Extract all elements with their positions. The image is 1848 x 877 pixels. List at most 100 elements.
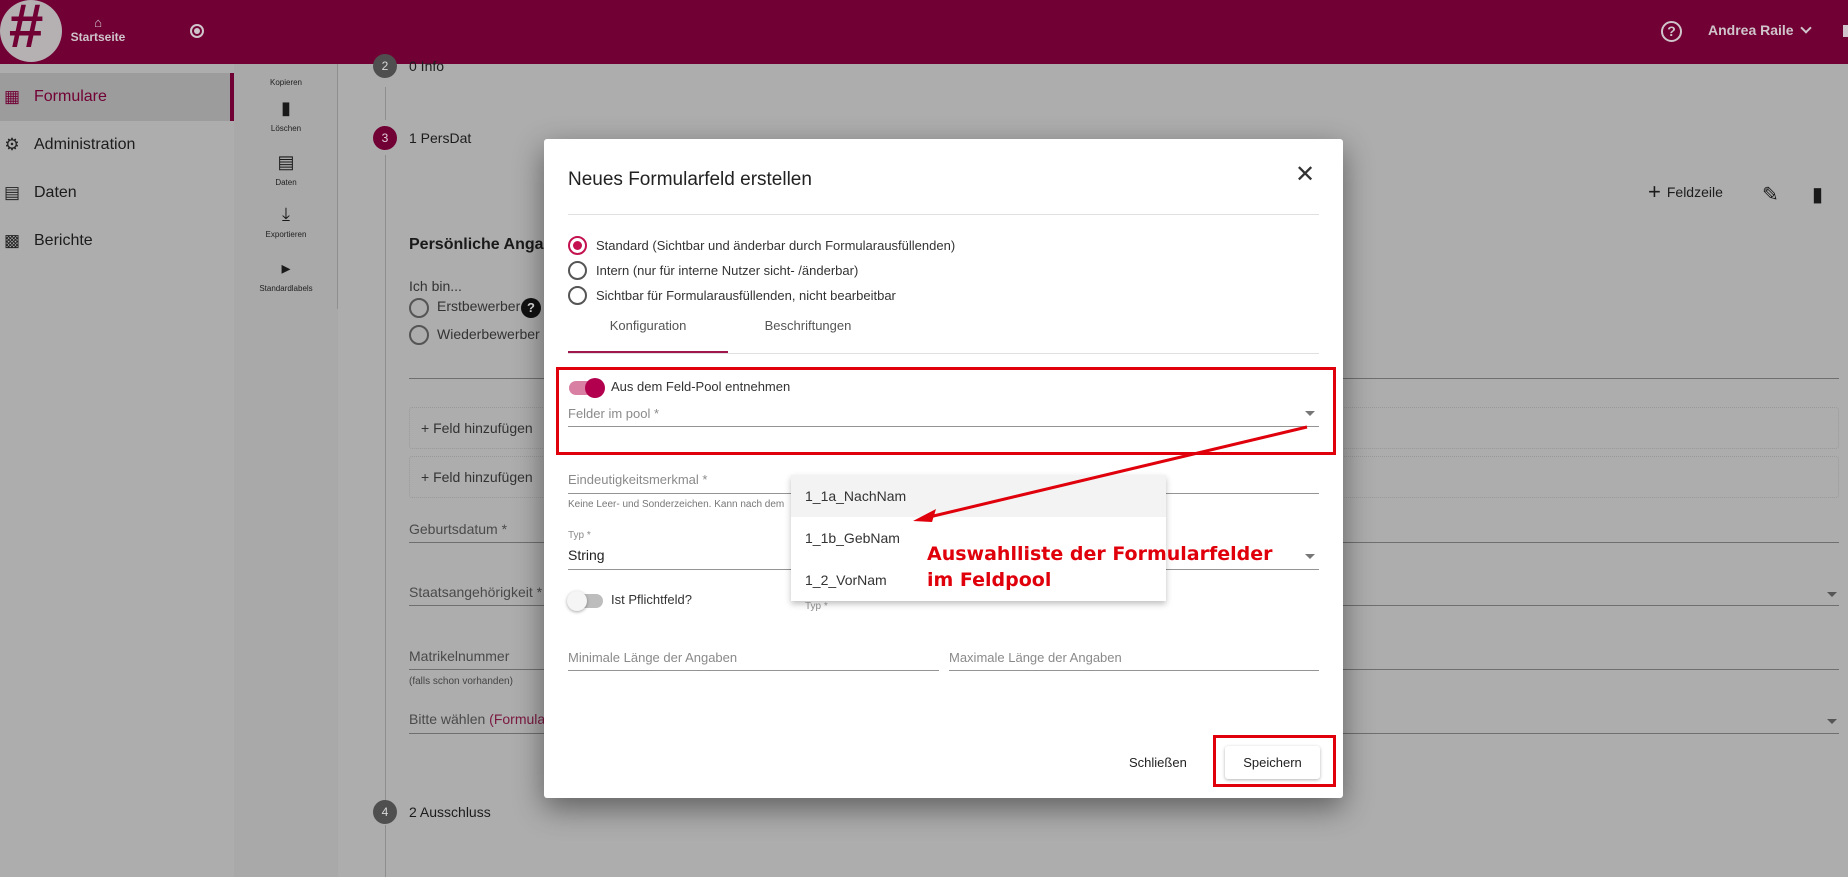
download-icon: ⤓ — [282, 204, 290, 224]
min-length-field[interactable]: Minimale Länge der Angaben — [568, 647, 939, 671]
option-label: Erstbewerber — [437, 298, 521, 314]
tab-divider — [568, 353, 1319, 354]
logo-glyph: # — [8, 0, 43, 61]
add-row-button[interactable]: + Feldzeile — [1648, 179, 1723, 204]
tool-strip: Kopieren ▮ Löschen ▤ Daten ⤓ Exportieren… — [234, 64, 338, 877]
tool-loeschen[interactable]: ▮ Löschen — [234, 98, 338, 133]
type-label: Typ * — [568, 530, 591, 541]
radio-label: Standard (Sichtbar und änderbar durch Fo… — [596, 238, 956, 253]
help-icon[interactable]: ? — [1661, 21, 1682, 42]
step-number[interactable]: 4 — [373, 800, 397, 824]
home-icon: ⌂ — [94, 15, 102, 30]
annotation-highlight-save — [1213, 735, 1336, 787]
max-length-field[interactable]: Maximale Länge der Angaben — [949, 647, 1319, 671]
radio-label: Intern (nur für interne Nutzer sicht- /ä… — [596, 263, 859, 278]
add-row-label: Feldzeile — [1666, 184, 1723, 200]
chevron-down-icon — [1799, 22, 1812, 34]
annotation-highlight-pool — [556, 367, 1336, 455]
app-logo[interactable]: # — [0, 0, 62, 62]
chart-icon: ▩ — [3, 231, 21, 250]
dialog-title: Neues Formularfeld erstellen — [568, 169, 812, 190]
step-label[interactable]: 2 Ausschluss — [409, 804, 491, 820]
tool-label: Exportieren — [265, 230, 307, 239]
user-name: Andrea Raile — [1708, 22, 1794, 38]
tool-label: Standardlabels — [259, 284, 313, 293]
close-button[interactable]: Schließen — [1129, 755, 1187, 770]
close-icon[interactable]: ✕ — [1295, 163, 1315, 187]
type-value: String — [568, 547, 605, 563]
sidebar-item-label: Formulare — [34, 88, 107, 105]
option-label: Wiederbewerber — [437, 326, 540, 342]
choose-accent-text: (Formula — [489, 711, 546, 727]
user-menu[interactable]: Andrea Raile — [1708, 22, 1812, 38]
plus-icon: + — [1648, 179, 1661, 204]
radio-target-icon[interactable] — [190, 24, 204, 38]
radio-erstbewerber[interactable] — [409, 298, 429, 318]
unique-key-placeholder: Eindeutigkeitsmerkmal * — [568, 472, 708, 487]
add-field-label: + Feld hinzufügen — [421, 420, 533, 436]
unique-key-hint: Keine Leer- und Sonderzeichen. Kann nach… — [568, 499, 785, 510]
dropdown-caret-icon — [1827, 719, 1837, 724]
annotation-line: Auswahlliste der Formularfelder — [927, 543, 1273, 565]
sidebar-item-label: Berichte — [34, 232, 93, 249]
section-title: Persönliche Anga — [409, 236, 544, 253]
stepper-line — [385, 87, 386, 120]
choose-field-label: Bitte wählen (Formula — [409, 711, 545, 727]
tab-konfiguration[interactable]: Konfiguration — [568, 318, 728, 333]
storage-icon: ▤ — [277, 152, 295, 172]
visibility-option-intern[interactable]: Intern (nur für interne Nutzer sicht- /ä… — [568, 261, 858, 280]
matriculation-hint: (falls schon vorhanden) — [409, 676, 513, 687]
sidebar: ▦ Formulare ⚙ Administration ▤ Daten ▩ B… — [0, 64, 234, 877]
sidebar-item-berichte[interactable]: ▩ Berichte — [0, 217, 234, 265]
stepper-line — [385, 155, 386, 805]
step-number[interactable]: 2 — [373, 54, 397, 78]
home-label: Startseite — [70, 30, 126, 44]
required-toggle-label: Ist Pflichtfeld? — [611, 592, 692, 607]
top-bar: # ⌂ Startseite ? Andrea Raile — [0, 0, 1848, 64]
step-label[interactable]: 1 PersDat — [409, 130, 471, 146]
radio-button[interactable] — [568, 236, 587, 255]
required-toggle[interactable] — [567, 591, 603, 611]
radio-wiederbewerber[interactable] — [409, 325, 429, 345]
radio-label: Sichtbar für Formularausfüllenden, nicht… — [596, 288, 896, 303]
step-number[interactable]: 3 — [373, 126, 397, 150]
nationality-field-label: Staatsangehörigkeit * — [409, 584, 543, 600]
max-length-placeholder: Maximale Länge der Angaben — [949, 650, 1122, 665]
home-link[interactable]: ⌂ Startseite — [70, 15, 126, 45]
dropdown-caret-icon — [1827, 592, 1837, 597]
tool-standardlabels[interactable]: ▸ Standardlabels — [234, 258, 338, 293]
edit-icon[interactable]: ✎ — [1762, 182, 1779, 207]
sidebar-item-daten[interactable]: ▤ Daten — [0, 169, 234, 217]
sidebar-item-administration[interactable]: ⚙ Administration — [0, 121, 234, 169]
sidebar-item-formulare[interactable]: ▦ Formulare — [0, 73, 234, 121]
annotation-line: im Feldpool — [927, 569, 1052, 591]
matriculation-field-label: Matrikelnummer — [409, 648, 510, 664]
tool-daten[interactable]: ▤ Daten — [234, 152, 338, 187]
choose-text: Bitte wählen — [409, 711, 486, 727]
apps-icon[interactable] — [1843, 25, 1848, 37]
step-label[interactable]: 0 Info — [409, 58, 444, 74]
dropdown-caret-icon — [1305, 554, 1315, 559]
divider — [568, 214, 1319, 215]
visibility-option-readonly[interactable]: Sichtbar für Formularausfüllenden, nicht… — [568, 286, 896, 305]
label-icon: ▸ — [281, 258, 291, 278]
trash-icon[interactable]: ▮ — [1812, 182, 1823, 207]
type-label-behind-dropdown: Typ * — [805, 601, 828, 612]
trash-icon: ▮ — [281, 98, 291, 118]
sidebar-item-label: Daten — [34, 184, 77, 201]
tool-label: Löschen — [270, 124, 302, 133]
dashboard-icon: ▦ — [3, 87, 21, 106]
help-icon[interactable]: ? — [521, 298, 541, 318]
tool-kopieren[interactable]: Kopieren — [234, 78, 338, 87]
radio-button[interactable] — [568, 261, 587, 280]
tab-beschriftungen[interactable]: Beschriftungen — [728, 318, 888, 333]
radio-button[interactable] — [568, 286, 587, 305]
tool-exportieren[interactable]: ⤓ Exportieren — [234, 204, 338, 239]
storage-icon: ▤ — [3, 183, 21, 202]
tool-label: Kopieren — [269, 78, 303, 87]
visibility-option-standard[interactable]: Standard (Sichtbar und änderbar durch Fo… — [568, 236, 955, 255]
annotation-text: Auswahlliste der Formularfelder im Feldp… — [927, 541, 1273, 593]
stepper-line — [385, 825, 386, 877]
add-field-label: + Feld hinzufügen — [421, 469, 533, 485]
dropdown-option[interactable]: 1_1a_NachNam — [791, 475, 1166, 517]
